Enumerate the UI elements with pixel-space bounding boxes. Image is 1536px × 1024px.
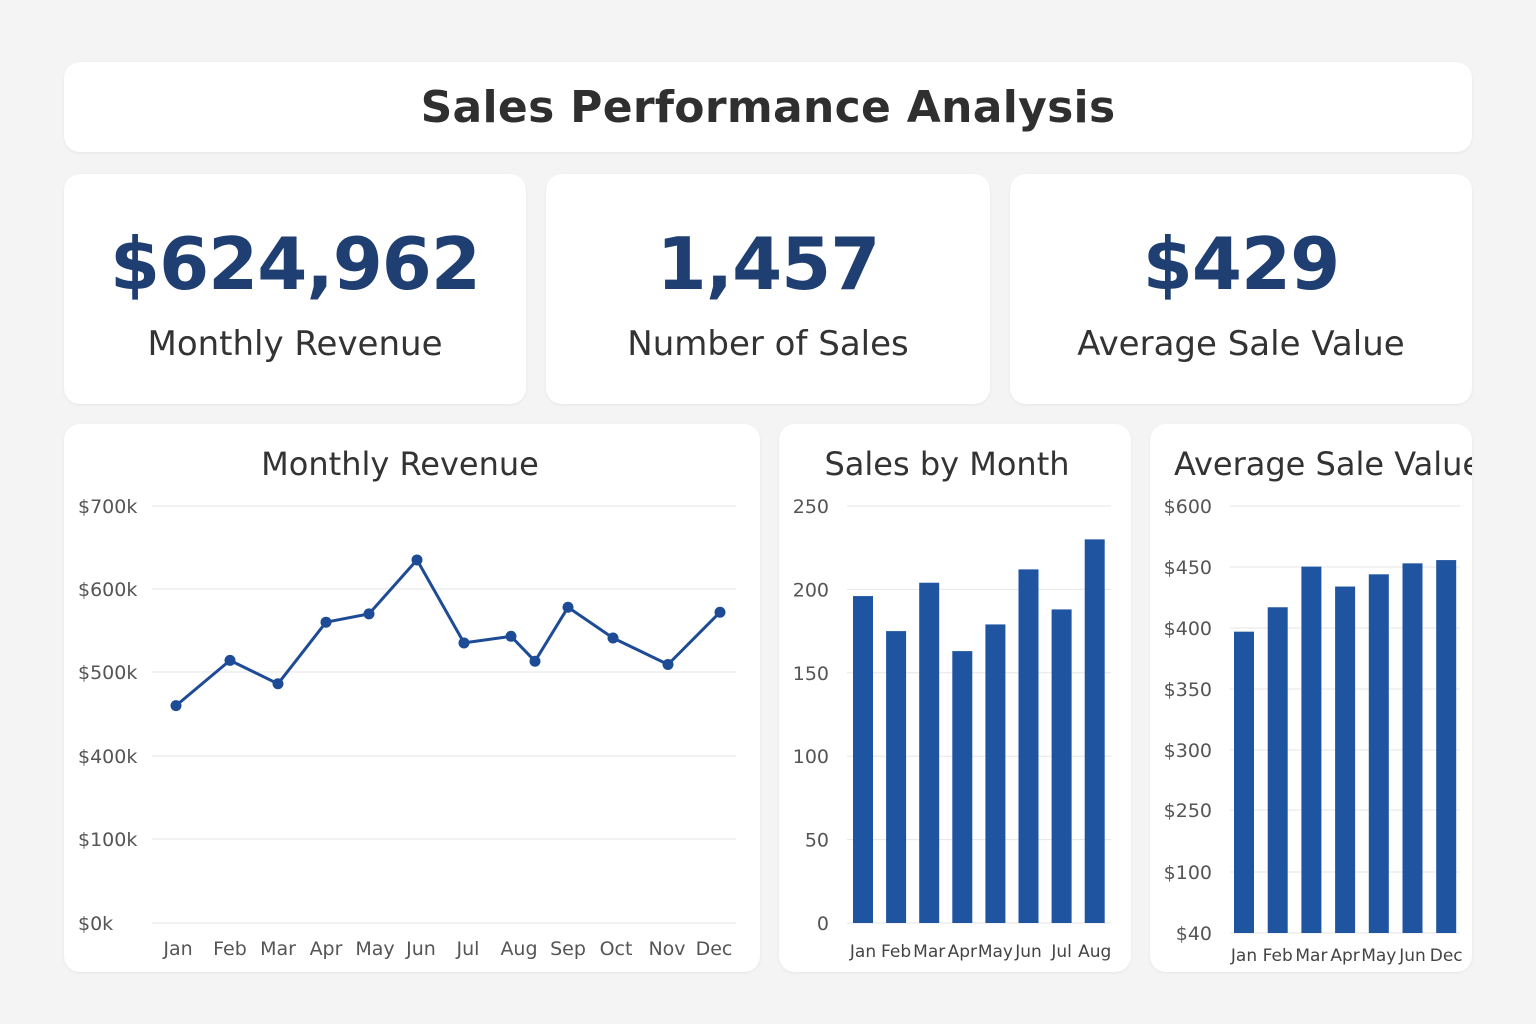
- x-tick-label: Jun: [1398, 946, 1426, 966]
- bar: [919, 582, 940, 923]
- x-tick-label: Aug: [500, 938, 537, 960]
- x-tick-label: Jun: [405, 938, 436, 960]
- y-tick-label: $400: [1164, 618, 1212, 640]
- x-tick-label: Mar: [260, 938, 296, 960]
- y-tick-label: $250: [1164, 800, 1212, 822]
- bar: [1368, 574, 1389, 933]
- x-tick-label: Sep: [550, 938, 586, 960]
- y-tick-label: $350: [1164, 679, 1212, 701]
- x-tick-label: Jul: [456, 938, 480, 960]
- kpi-value: $624,962: [109, 222, 481, 306]
- kpi-label: Number of Sales: [627, 324, 909, 364]
- data-point: [505, 630, 517, 642]
- x-tick-label: Feb: [881, 942, 911, 962]
- revenue-line: [175, 558, 722, 707]
- average-sale-value-bar-chart: Average Sale Value $40 $100 $250 $300 $350 $4…: [1164, 445, 1472, 966]
- y-tick-label: $100k: [78, 829, 137, 851]
- x-tick-label: Apr: [310, 938, 343, 960]
- header-card: Sales Performance Analysis: [64, 62, 1472, 152]
- y-tick-label: $450: [1164, 557, 1212, 579]
- x-tick-label: May: [1361, 946, 1396, 966]
- x-tick-label: Jan: [162, 938, 192, 960]
- data-point: [458, 637, 470, 649]
- monthly-revenue-chart-card: Monthly Revenue $0k $100k $400k $500k $600k $…: [64, 424, 760, 972]
- y-tick-label: $400k: [78, 746, 137, 768]
- x-tick-label: Apr: [1330, 946, 1359, 966]
- bar: [1301, 566, 1322, 933]
- sales-by-month-chart-card: Sales by Month 0 50 100 150 200 250 Jan Feb Mar A…: [779, 424, 1131, 972]
- x-tick-label: Dec: [696, 938, 733, 960]
- x-tick-label: Feb: [213, 938, 247, 960]
- kpi-label: Average Sale Value: [1077, 324, 1405, 364]
- y-tick-label: 0: [817, 913, 829, 935]
- x-tick-label: Mar: [1295, 946, 1327, 966]
- kpi-label: Monthly Revenue: [147, 324, 443, 364]
- y-tick-label: 100: [793, 746, 829, 768]
- data-point: [224, 654, 236, 666]
- x-tick-label: May: [355, 938, 394, 960]
- y-tick-label: 200: [793, 579, 829, 601]
- y-tick-label: $300: [1164, 740, 1212, 762]
- data-point: [272, 678, 284, 690]
- x-tick-label: Dec: [1430, 946, 1463, 966]
- x-tick-label: May: [978, 942, 1013, 962]
- data-point: [363, 608, 375, 620]
- bar: [1436, 560, 1457, 933]
- bar: [1234, 631, 1254, 933]
- x-tick-label: Apr: [948, 942, 977, 962]
- page-title: Sales Performance Analysis: [420, 82, 1116, 133]
- y-tick-label: 150: [793, 663, 829, 685]
- y-tick-label: 250: [793, 496, 829, 518]
- bar: [886, 631, 907, 923]
- data-point: [662, 659, 674, 671]
- kpi-card-monthly-revenue: $624,962 Monthly Revenue: [64, 174, 526, 404]
- data-point: [714, 606, 726, 618]
- y-tick-label: $600k: [78, 579, 137, 601]
- x-tick-label: Jan: [1230, 946, 1257, 966]
- data-point: [529, 655, 541, 667]
- bar: [952, 651, 973, 923]
- x-tick-label: Jun: [1014, 942, 1042, 962]
- bar: [985, 624, 1006, 923]
- data-point: [562, 601, 574, 613]
- y-tick-label: 50: [805, 830, 829, 852]
- bar: [1084, 539, 1105, 923]
- kpi-card-number-of-sales: 1,457 Number of Sales: [546, 174, 990, 404]
- x-tick-label: Nov: [648, 938, 685, 960]
- chart-title: Average Sale Value: [1174, 445, 1472, 483]
- average-sale-value-chart-card: Average Sale Value $40 $100 $250 $300 $350 $4…: [1150, 424, 1472, 972]
- monthly-revenue-line-chart: Monthly Revenue $0k $100k $400k $500k $600k $…: [78, 445, 736, 960]
- y-tick-label: $40: [1176, 923, 1212, 945]
- data-point: [320, 616, 332, 628]
- bar: [1402, 563, 1423, 933]
- data-point: [411, 554, 423, 566]
- y-tick-label: $0k: [78, 913, 113, 935]
- bar: [1267, 607, 1288, 933]
- bar: [1051, 609, 1072, 923]
- x-tick-label: Jan: [849, 942, 876, 962]
- kpi-value: 1,457: [656, 222, 881, 306]
- y-tick-label: $500k: [78, 662, 137, 684]
- x-tick-label: Feb: [1263, 946, 1293, 966]
- chart-title: Monthly Revenue: [261, 445, 539, 483]
- x-tick-label: Jul: [1050, 942, 1072, 962]
- data-point: [607, 632, 619, 644]
- y-tick-label: $100: [1164, 862, 1212, 884]
- y-tick-label: $600: [1164, 496, 1212, 518]
- x-tick-label: Aug: [1078, 942, 1111, 962]
- bar: [1335, 586, 1356, 933]
- bar: [1018, 569, 1039, 923]
- y-tick-label: $700k: [78, 496, 137, 518]
- sales-by-month-bar-chart: Sales by Month 050100150200250Jan Feb Mar A…: [793, 445, 1112, 962]
- chart-title: Sales by Month: [824, 445, 1069, 483]
- x-tick-label: Mar: [913, 942, 945, 962]
- x-tick-label: Oct: [600, 938, 633, 960]
- data-point: [170, 700, 182, 712]
- kpi-card-average-sale-value: $429 Average Sale Value: [1010, 174, 1472, 404]
- bar: [853, 596, 873, 923]
- kpi-value: $429: [1142, 222, 1340, 306]
